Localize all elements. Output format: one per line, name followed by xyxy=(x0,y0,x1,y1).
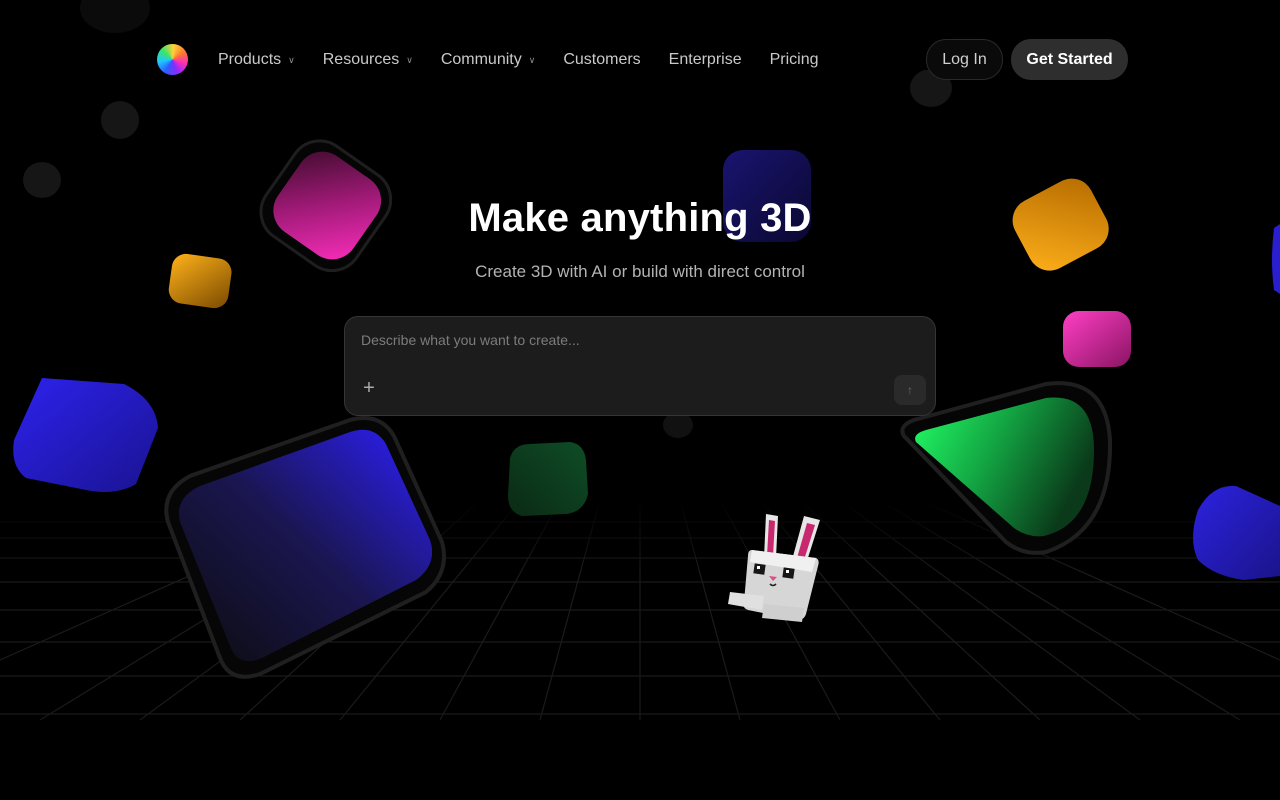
prompt-box: + ↑ xyxy=(344,316,936,416)
hero-subtitle: Create 3D with AI or build with direct c… xyxy=(475,262,805,281)
nav-item-label: Community xyxy=(440,50,522,68)
green-cube-small xyxy=(508,442,588,516)
nav-item-community[interactable]: Community ∨ xyxy=(441,51,536,69)
plus-icon[interactable]: + xyxy=(359,378,379,398)
nav-item-enterprise[interactable]: Enterprise xyxy=(669,51,742,69)
nav-links: Products ∨ Resources ∨ Community ∨ Custo… xyxy=(218,46,847,73)
arrow-up-icon: ↑ xyxy=(907,383,913,397)
magenta-cube-right xyxy=(1063,311,1131,367)
hero-title: Make anything 3D xyxy=(468,196,812,240)
nav-item-label: Products xyxy=(218,50,282,68)
nav-item-resources[interactable]: Resources ∨ xyxy=(323,51,413,69)
nav-item-products[interactable]: Products ∨ xyxy=(218,51,295,69)
grid-floor xyxy=(0,500,1280,800)
nav-item-label: Enterprise xyxy=(668,50,742,68)
blue-cube-large xyxy=(164,416,446,679)
nav-item-label: Resources xyxy=(322,50,400,68)
prompt-input[interactable] xyxy=(361,329,921,351)
nav-item-label: Pricing xyxy=(769,50,819,68)
chevron-down-icon: ∨ xyxy=(528,55,536,65)
nav-item-pricing[interactable]: Pricing xyxy=(770,51,819,69)
get-started-button[interactable]: Get Started xyxy=(1011,39,1128,80)
bunny-mascot xyxy=(728,514,820,622)
orange-cube-left xyxy=(168,253,232,309)
nav-item-label: Customers xyxy=(563,50,641,68)
login-button[interactable]: Log In xyxy=(926,39,1003,80)
top-nav: Products ∨ Resources ∨ Community ∨ Custo… xyxy=(0,0,1280,120)
nav-item-customers[interactable]: Customers xyxy=(563,51,640,69)
app-logo[interactable] xyxy=(157,44,188,75)
blue-cube-left xyxy=(13,378,159,492)
blue-cube-right-edge xyxy=(1193,485,1280,580)
send-button[interactable]: ↑ xyxy=(894,375,926,405)
chevron-down-icon: ∨ xyxy=(406,55,413,65)
chevron-down-icon: ∨ xyxy=(288,55,295,65)
landing-page: Products ∨ Resources ∨ Community ∨ Custo… xyxy=(0,0,1280,800)
